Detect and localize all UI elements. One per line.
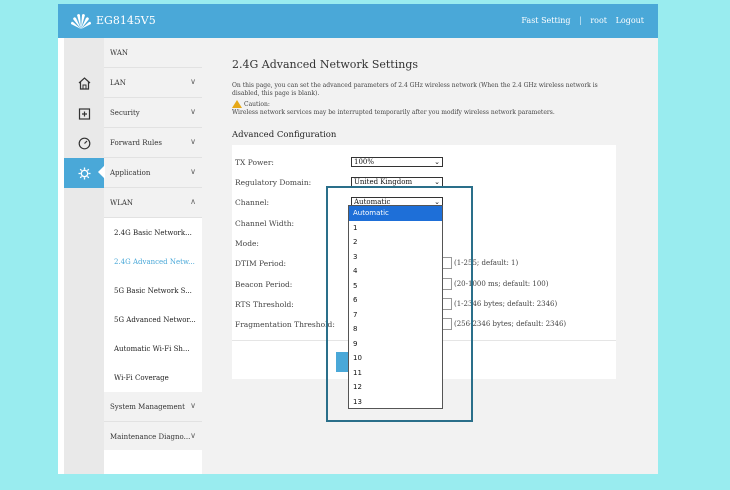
submenu-item-auto-wifi-share[interactable]: Automatic Wi-Fi Sh...	[104, 334, 202, 363]
menu-item-label: Forward Rules	[110, 138, 163, 147]
page-title: 2.4G Advanced Network Settings	[232, 58, 419, 71]
tx-power-select[interactable]: 100% ⌄	[351, 157, 443, 167]
menu-item-application[interactable]: Application ∨	[104, 158, 202, 188]
link-separator: |	[579, 16, 582, 25]
chevron-down-icon: ∨	[190, 107, 196, 116]
submenu-item-label: 5G Advanced Networ...	[114, 315, 196, 324]
sidebar-filler	[104, 450, 202, 474]
caution-title: Caution:	[244, 100, 270, 108]
frag-label: Fragmentation Threshold:	[235, 320, 335, 329]
chevron-down-icon: ∨	[190, 137, 196, 146]
chevron-down-icon: ⌄	[434, 158, 440, 166]
icon-sidebar	[64, 38, 104, 474]
tx-power-value: 100%	[354, 158, 375, 166]
regulatory-domain-label: Regulatory Domain:	[235, 178, 312, 187]
menu-item-wan[interactable]: WAN	[104, 38, 202, 68]
gauge-icon[interactable]	[64, 128, 104, 158]
channel-option[interactable]: 7	[349, 308, 442, 323]
channel-option[interactable]: 11	[349, 366, 442, 381]
channel-option[interactable]: 8	[349, 322, 442, 337]
active-indicator	[98, 165, 105, 179]
channel-option[interactable]: 4	[349, 264, 442, 279]
huawei-logo	[71, 14, 91, 29]
submenu-item-5g-basic[interactable]: 5G Basic Network S...	[104, 276, 202, 305]
chevron-down-icon: ∨	[190, 401, 196, 410]
menu-item-label: Maintenance Diagno...	[110, 432, 191, 441]
channel-option[interactable]: 5	[349, 279, 442, 294]
menu-item-maintenance[interactable]: Maintenance Diagno... ∨	[104, 422, 202, 452]
menu-item-label: Security	[110, 108, 140, 117]
submenu-item-label: 2.4G Advanced Netw...	[114, 257, 195, 266]
menu-item-lan[interactable]: LAN ∨	[104, 68, 202, 98]
submenu-item-5g-advanced[interactable]: 5G Advanced Networ...	[104, 305, 202, 334]
page-description: On this page, you can set the advanced p…	[232, 82, 598, 97]
menu-item-security[interactable]: Security ∨	[104, 98, 202, 128]
channel-option[interactable]: 9	[349, 337, 442, 352]
user-name: root	[590, 16, 608, 25]
channel-option[interactable]: Automatic	[349, 206, 442, 221]
chevron-down-icon: ∨	[190, 77, 196, 86]
warning-icon	[232, 100, 242, 108]
channel-dropdown-list[interactable]: Automatic 1 2 3 4 5 6 7 8 9 10 11 12 13	[348, 205, 443, 409]
channel-label: Channel:	[235, 198, 270, 207]
menu-item-forward-rules[interactable]: Forward Rules ∨	[104, 128, 202, 158]
mode-label: Mode:	[235, 239, 259, 248]
submenu-item-24g-basic[interactable]: 2.4G Basic Network...	[104, 218, 202, 247]
section-title: Advanced Configuration	[232, 130, 337, 140]
fast-setting-link[interactable]: Fast Setting	[521, 16, 570, 25]
submenu-item-label: Automatic Wi-Fi Sh...	[114, 344, 190, 353]
menu-item-label: Application	[110, 168, 151, 177]
submenu-item-wifi-coverage[interactable]: Wi-Fi Coverage	[104, 363, 202, 392]
channel-option[interactable]: 6	[349, 293, 442, 308]
submenu-item-label: 2.4G Basic Network...	[114, 228, 192, 237]
channel-option[interactable]: 12	[349, 380, 442, 395]
caution-text: Wireless network services may be interru…	[232, 109, 555, 116]
chevron-down-icon: ∨	[190, 167, 196, 176]
menu-sidebar: WAN LAN ∨ Security ∨ Forward Rules ∨ Applic…	[104, 38, 202, 474]
channel-option[interactable]: 10	[349, 351, 442, 366]
regulatory-domain-value: United Kingdom	[354, 178, 413, 186]
add-box-icon[interactable]	[64, 98, 104, 128]
submenu-item-24g-advanced[interactable]: 2.4G Advanced Netw...	[104, 247, 202, 276]
channel-option[interactable]: 1	[349, 221, 442, 236]
menu-item-label: LAN	[110, 78, 126, 87]
channel-option[interactable]: 13	[349, 395, 442, 410]
chevron-down-icon: ∨	[190, 431, 196, 440]
chevron-up-icon: ∧	[190, 197, 196, 206]
tx-power-label: TX Power:	[235, 158, 274, 167]
home-icon[interactable]	[64, 68, 104, 98]
submenu-item-label: Wi-Fi Coverage	[114, 373, 169, 382]
logout-link[interactable]: Logout	[616, 16, 644, 25]
device-model: EG8145V5	[96, 14, 156, 27]
rts-label: RTS Threshold:	[235, 300, 294, 309]
menu-item-system-management[interactable]: System Management ∨	[104, 392, 202, 422]
dtim-label: DTIM Period:	[235, 259, 287, 268]
chevron-down-icon: ⌄	[434, 178, 440, 186]
submenu-item-label: 5G Basic Network S...	[114, 286, 192, 295]
channel-option[interactable]: 3	[349, 250, 442, 265]
menu-item-label: System Management	[110, 402, 185, 411]
beacon-label: Beacon Period:	[235, 280, 293, 289]
channel-width-label: Channel Width:	[235, 219, 295, 228]
channel-option[interactable]: 2	[349, 235, 442, 250]
caution-heading: Caution:	[232, 100, 270, 108]
top-links: Fast Setting | root Logout	[515, 16, 644, 25]
menu-item-wlan[interactable]: WLAN ∧	[104, 188, 202, 218]
menu-item-label: WLAN	[110, 198, 134, 207]
top-bar: EG8145V5 Fast Setting | root Logout	[58, 4, 658, 38]
menu-item-label: WAN	[110, 48, 129, 57]
